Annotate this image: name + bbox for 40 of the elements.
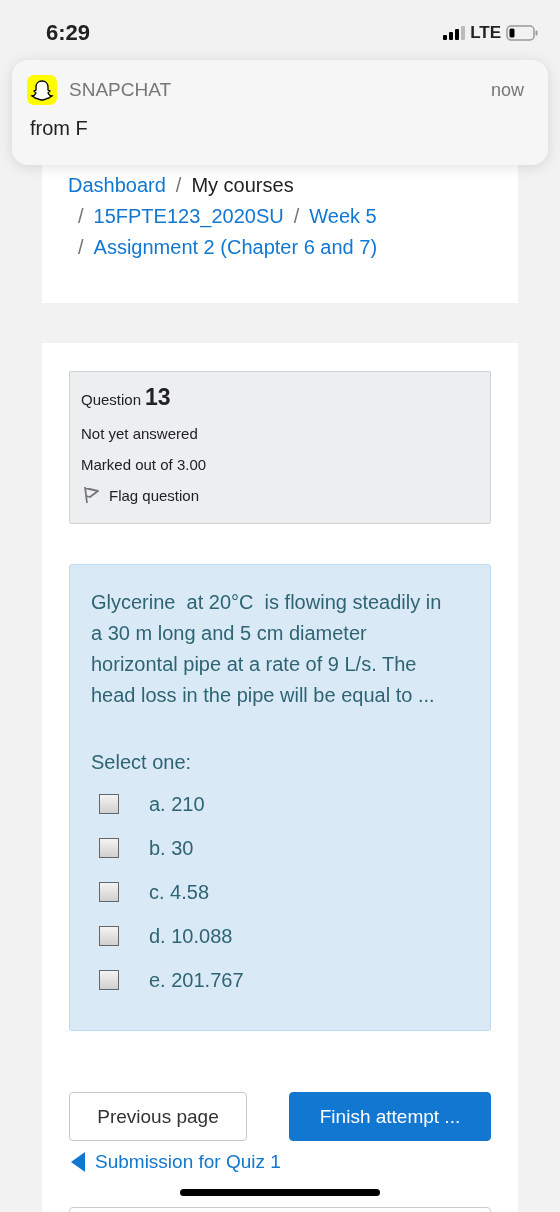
notification-time: now bbox=[490, 79, 524, 101]
answer-option[interactable]: d. 10.088 bbox=[149, 924, 233, 948]
breadcrumb-link[interactable]: 15FPTE123_2020SU bbox=[93, 205, 284, 227]
answer-checkbox[interactable] bbox=[99, 970, 119, 990]
breadcrumb-separator: / bbox=[175, 174, 182, 196]
question-state: Not yet answered bbox=[81, 425, 199, 442]
question-text: Glycerine at 20°C is flowing steadily in a 30 m long and 5 cm diameter horizontal pipe at a rate of 9 L/s. The head loss in the pipe will be equal to ... bbox=[91, 590, 443, 708]
breadcrumb-link[interactable]: Week 5 bbox=[309, 205, 377, 227]
network-label: LTE bbox=[470, 22, 501, 43]
notification-app-name: SNAPCHAT bbox=[69, 79, 172, 101]
answer-checkbox[interactable] bbox=[99, 882, 119, 902]
answer-option[interactable]: b. 30 bbox=[149, 836, 194, 860]
select-prompt: Select one: bbox=[91, 751, 193, 774]
ghost-app-icon bbox=[27, 75, 57, 105]
left-triangle-icon bbox=[71, 1152, 85, 1172]
notification-banner[interactable]: SNAPCHAT now from F bbox=[12, 60, 548, 165]
answer-option[interactable]: c. 4.58 bbox=[149, 880, 210, 904]
question-marks: Marked out of 3.00 bbox=[81, 456, 208, 473]
breadcrumb-separator: / bbox=[78, 236, 84, 258]
question-label: Question bbox=[81, 391, 142, 408]
breadcrumb-link[interactable]: Dashboard bbox=[68, 174, 166, 196]
current-page-label: My courses bbox=[191, 174, 294, 196]
notification-message: from F bbox=[29, 117, 89, 140]
signal-icon bbox=[443, 25, 466, 40]
breadcrumb-separator: / bbox=[293, 205, 300, 227]
previous-page-button[interactable]: Previous page bbox=[69, 1092, 247, 1141]
answer-checkbox[interactable] bbox=[99, 838, 119, 858]
breadcrumb-link[interactable]: Assignment 2 (Chapter 6 and 7) bbox=[93, 236, 378, 258]
finish-attempt-button[interactable]: Finish attempt ... bbox=[289, 1092, 491, 1141]
breadcrumb-separator: / bbox=[78, 205, 84, 227]
answer-checkbox[interactable] bbox=[99, 926, 119, 946]
flag-icon[interactable] bbox=[81, 485, 101, 505]
answer-option[interactable]: e. 201.767 bbox=[149, 968, 244, 992]
flag-question-link[interactable]: Flag question bbox=[109, 486, 200, 504]
answer-checkbox[interactable] bbox=[99, 794, 119, 814]
question-number: 13 bbox=[145, 384, 171, 411]
status-time: 6:29 bbox=[46, 19, 91, 46]
battery-icon bbox=[506, 24, 538, 41]
answer-option[interactable]: a. 210 bbox=[149, 792, 205, 816]
previous-activity-link[interactable]: Submission for Quiz 1 bbox=[95, 1151, 281, 1173]
